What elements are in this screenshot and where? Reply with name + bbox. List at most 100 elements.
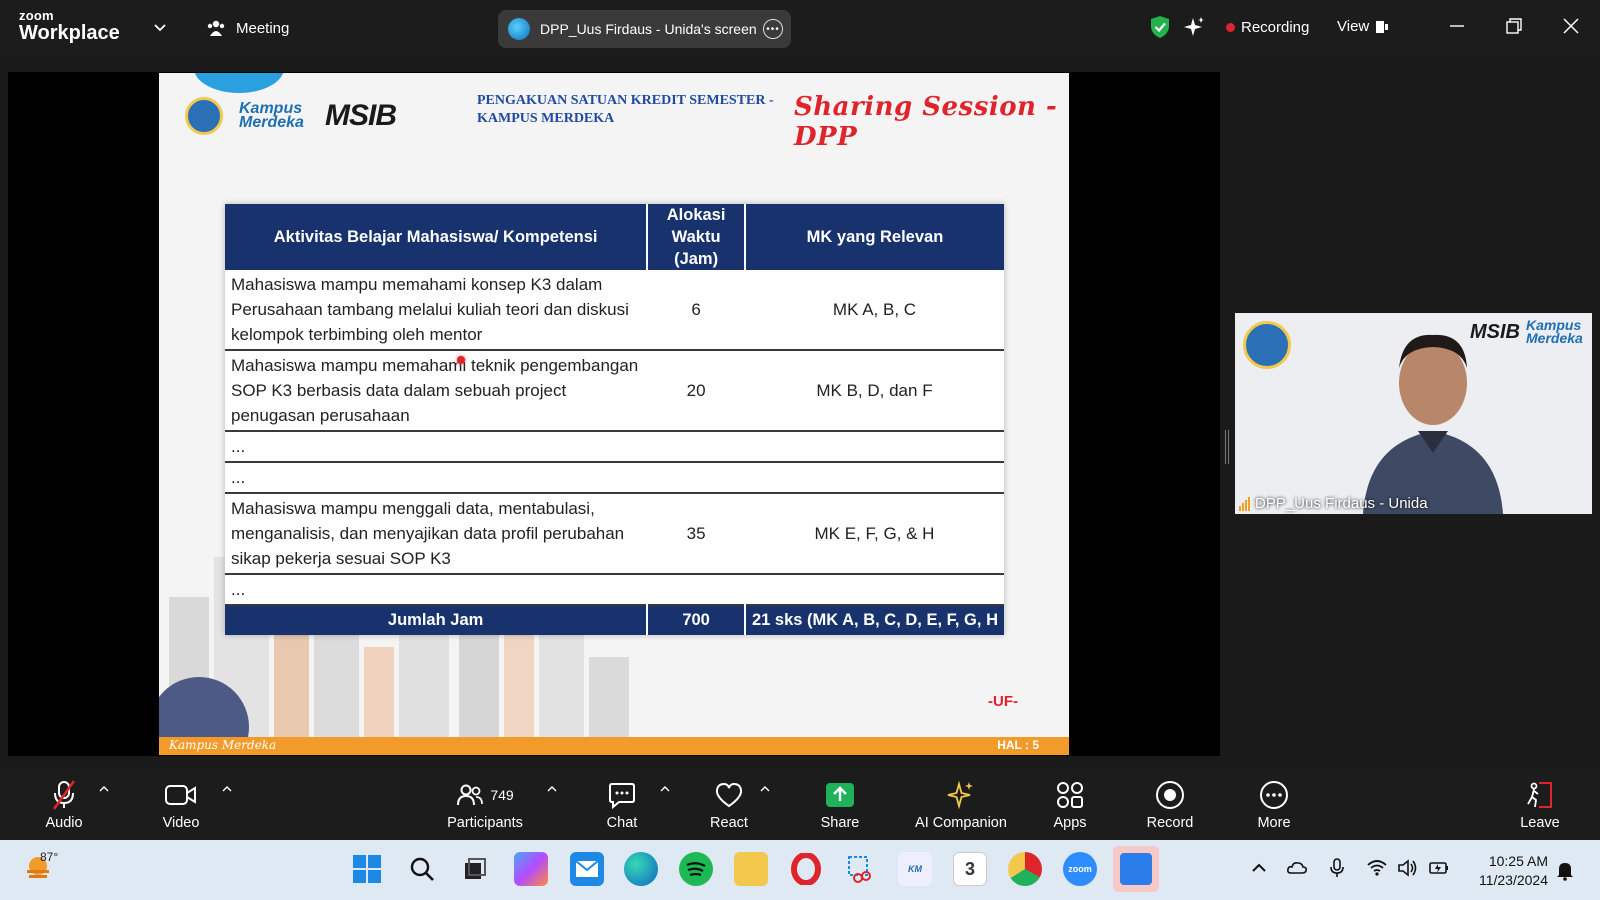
mk-cell [744, 461, 1004, 493]
opera-icon[interactable] [789, 852, 823, 886]
kampus-merdeka-app-icon[interactable]: KM [898, 852, 932, 886]
sharing-session-title: Sharing Session - DPP [794, 92, 1058, 152]
total-mk-cell: 21 sks (MK A, B, C, D, E, F, G, H [744, 604, 1004, 635]
table-row: Mahasiswa mampu memahami konsep K3 dalam… [225, 270, 1004, 350]
spotify-icon[interactable] [679, 852, 713, 886]
mk-cell [744, 430, 1004, 462]
meeting-controls: Audio Video 749 Participants Chat React … [0, 767, 1600, 840]
snipping-tool-icon[interactable] [844, 852, 878, 886]
view-layout-icon [1376, 20, 1389, 33]
share-label: Share [820, 815, 860, 831]
meeting-menu[interactable]: Meeting [206, 18, 289, 38]
leave-label: Leave [1520, 815, 1560, 831]
wifi-icon[interactable] [1366, 857, 1388, 879]
file-explorer-icon[interactable] [734, 852, 768, 886]
system-clock[interactable]: 10:25 AM 11/23/2024 [1460, 852, 1548, 890]
chevron-up-icon[interactable] [760, 785, 770, 793]
more-options-icon[interactable]: ••• [763, 19, 783, 39]
zoom-workplace-logo[interactable]: zoom Workplace [19, 9, 120, 43]
table-header-mk: MK yang Relevan [744, 204, 1004, 270]
chrome-icon[interactable] [1008, 852, 1042, 886]
slide-heading: PENGAKUAN SATUAN KREDIT SEMESTER - KAMPU… [477, 92, 774, 128]
leave-button[interactable]: Leave [1485, 779, 1595, 831]
table-row: ... [225, 573, 1004, 605]
table-row: ... [225, 461, 1004, 493]
table-row: ... [225, 430, 1004, 462]
mk-cell: MK E, F, G, & H [744, 492, 1004, 574]
chevron-up-icon[interactable] [222, 785, 232, 793]
tut-wuri-emblem-icon [185, 97, 223, 135]
clock-date: 11/23/2024 [1478, 871, 1548, 888]
minimize-icon[interactable] [1447, 16, 1467, 36]
copilot-icon[interactable] [514, 852, 548, 886]
security-shield-icon[interactable] [1149, 15, 1171, 39]
split-drag-handle[interactable] [1225, 430, 1229, 464]
logo-workplace-text: Workplace [19, 22, 120, 44]
chevron-up-icon[interactable] [1248, 857, 1270, 879]
apps-button[interactable]: Apps [1015, 779, 1125, 831]
restore-icon[interactable] [1504, 16, 1524, 36]
mk-cell: MK B, D, dan F [744, 349, 1004, 431]
recording-indicator[interactable]: Recording [1226, 19, 1309, 36]
table-footer-row: Jumlah Jam 700 21 sks (MK A, B, C, D, E,… [225, 604, 1004, 635]
kampus-merdeka-logo: Kampus Merdeka [1526, 317, 1583, 346]
record-icon [1156, 781, 1184, 809]
chevron-up-icon[interactable] [547, 785, 557, 793]
mail-icon[interactable] [570, 852, 604, 886]
chevron-up-icon[interactable] [99, 785, 109, 793]
signal-strength-icon [1239, 496, 1250, 511]
apps-icon [1057, 782, 1083, 808]
more-label: More [1257, 815, 1291, 831]
weather-widget[interactable]: 87° [24, 850, 59, 887]
screen-share-indicator[interactable]: DPP_Uus Firdaus - Unida's screen ••• [498, 10, 791, 48]
start-windows-icon[interactable] [350, 852, 384, 886]
participants-count: 749 [490, 787, 514, 803]
globe-icon [508, 18, 530, 40]
ai-sparkle-icon[interactable] [1183, 15, 1205, 39]
msib-logo: MSIB [1470, 321, 1520, 343]
participants-icon [457, 784, 484, 806]
activity-cell: Mahasiswa mampu menggali data, mentabula… [225, 492, 648, 574]
record-button[interactable]: Record [1115, 779, 1225, 831]
table-row: Mahasiswa mampu menggali data, mentabula… [225, 492, 1004, 574]
share-screen-icon [826, 783, 854, 807]
battery-icon[interactable] [1428, 857, 1450, 879]
close-icon[interactable] [1561, 16, 1581, 36]
zoom-app-icon[interactable]: zoom [1063, 852, 1097, 886]
chevron-down-icon[interactable] [153, 20, 167, 34]
edge-browser-icon[interactable] [624, 852, 658, 886]
volume-icon[interactable] [1396, 857, 1418, 879]
participants-button[interactable]: 749 Participants [430, 779, 540, 831]
slide-footer-bar: Kampus Merdeka HAL : 5 [159, 737, 1069, 755]
activity-cell: ... [225, 461, 648, 493]
uf-mark: -UF- [988, 693, 1018, 710]
video-button[interactable]: Video [126, 779, 236, 831]
ai-companion-button[interactable]: AI Companion [906, 779, 1016, 831]
temperature-text: 87° [40, 850, 59, 864]
ai-companion-label: AI Companion [915, 815, 1007, 831]
audio-label: Audio [45, 815, 83, 831]
task-view-icon[interactable] [458, 852, 492, 886]
notification-bell-icon[interactable] [1554, 859, 1576, 881]
more-button[interactable]: More [1219, 779, 1329, 831]
slide-decor-circle [194, 73, 284, 93]
hours-cell [647, 573, 745, 605]
microphone-icon[interactable] [1326, 857, 1348, 879]
ai-companion-sparkle-icon [947, 780, 973, 810]
slide-logos: Kampus Merdeka MSIB [185, 97, 397, 135]
app-3-icon[interactable]: 3 [953, 852, 987, 886]
kampus-merdeka-logo: Kampus Merdeka [239, 99, 304, 131]
share-button[interactable]: Share [785, 779, 895, 831]
chat-label: Chat [606, 815, 638, 831]
participant-video-tile[interactable]: Kampus Merdeka MSIB DPP_Uus Firdaus - Un… [1235, 313, 1592, 514]
onedrive-cloud-icon[interactable] [1286, 857, 1308, 879]
active-app-highlight[interactable] [1113, 846, 1159, 892]
presentation-slide: Kampus Merdeka MSIB PENGAKUAN SATUAN KRE… [159, 73, 1069, 755]
more-icon [1260, 781, 1288, 809]
photos-app-icon [1120, 853, 1152, 885]
chevron-up-icon[interactable] [660, 785, 670, 793]
total-hours-cell: 700 [647, 604, 746, 635]
view-button[interactable]: View [1337, 18, 1389, 35]
clock-time: 10:25 AM [1488, 853, 1548, 869]
search-icon[interactable] [405, 852, 439, 886]
